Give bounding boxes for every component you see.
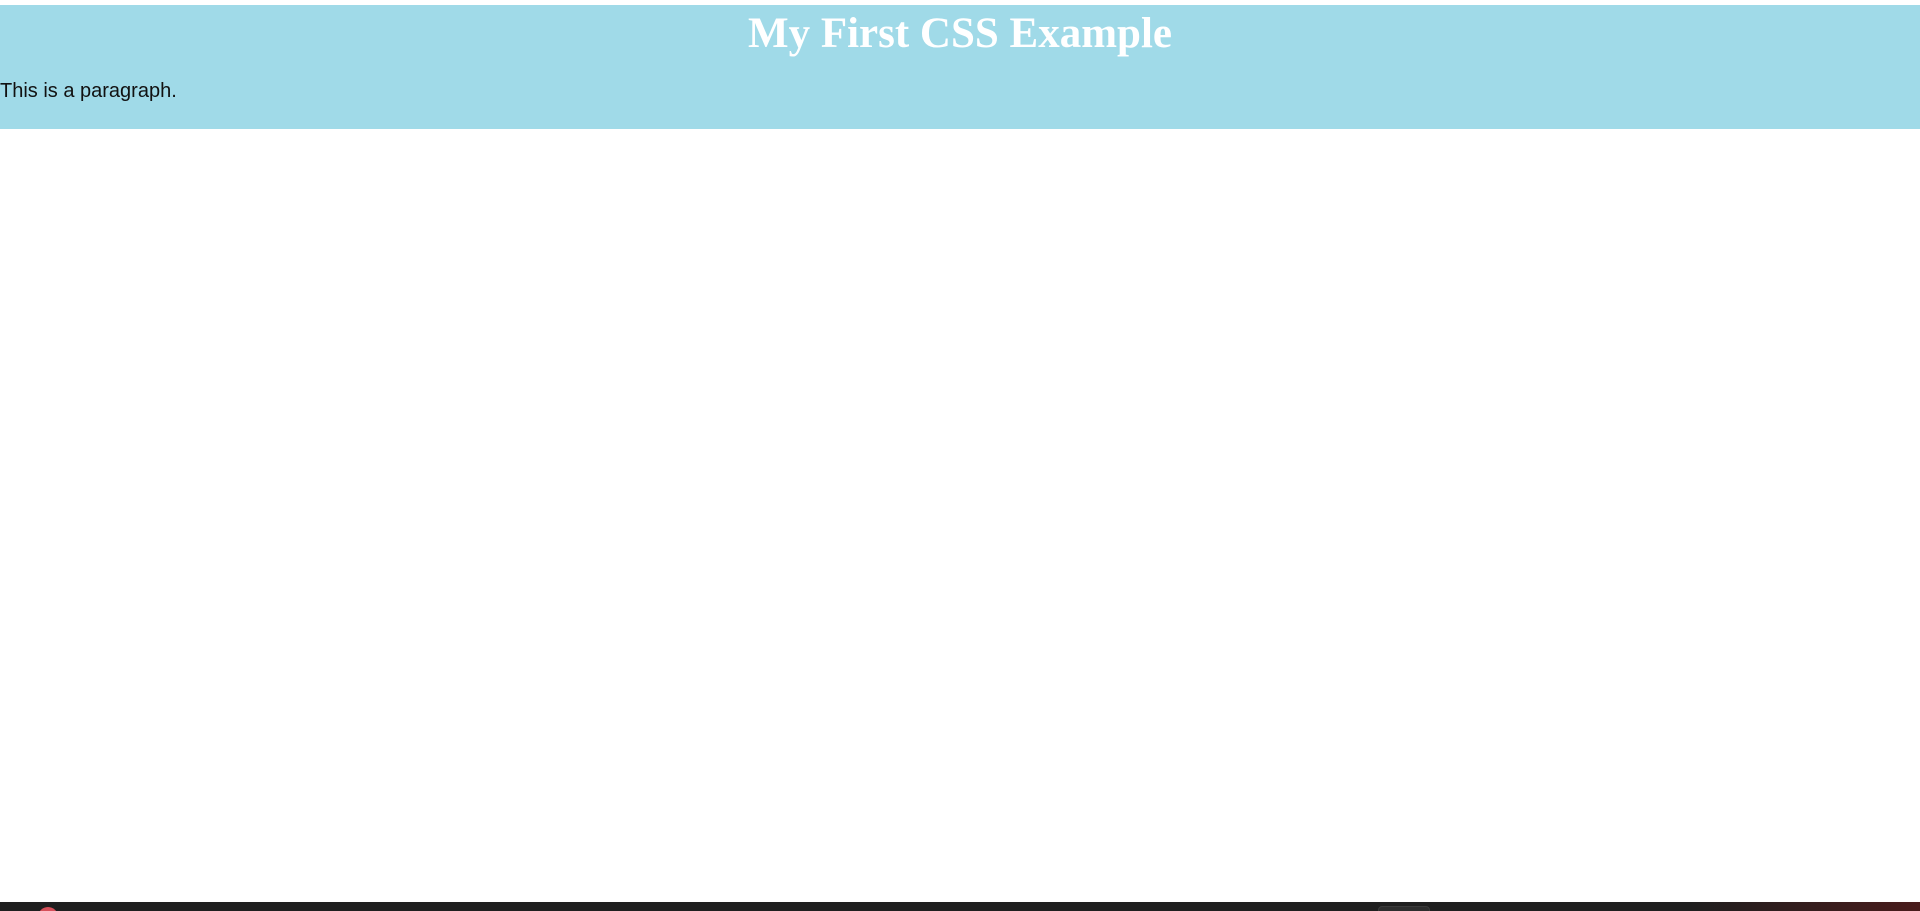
page-heading: My First CSS Example (747, 10, 1173, 57)
browser-page: My First CSS Example This is a paragraph… (0, 0, 1920, 911)
taskbar-tray-button-icon[interactable] (1378, 906, 1430, 911)
taskbar-accent (1690, 902, 1920, 911)
paragraph-text: This is a paragraph. (0, 80, 177, 102)
page-banner: My First CSS Example This is a paragraph… (0, 5, 1920, 129)
taskbar-app-icon[interactable] (38, 907, 58, 911)
taskbar (0, 902, 1920, 911)
